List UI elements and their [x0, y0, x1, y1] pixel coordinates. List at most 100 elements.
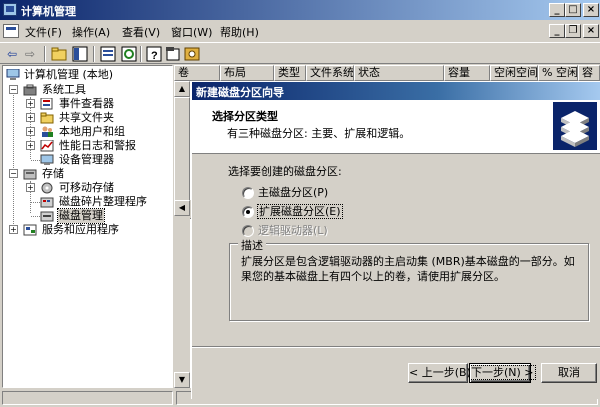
disk-management-icon	[40, 210, 54, 222]
wizard-header: 选择分区类型 有三种磁盘分区: 主要、扩展和逻辑。	[192, 100, 600, 154]
scroll-down-arrow-icon[interactable]: ▼	[174, 372, 190, 388]
wizard-separator	[192, 346, 600, 348]
tree-root-label: 计算机管理 (本地)	[24, 68, 114, 81]
next-button[interactable]: 下一步(N) >	[469, 363, 536, 383]
toolbox-icon	[23, 84, 37, 96]
tree-label: 磁盘碎片整理程序	[59, 195, 147, 208]
console-tree[interactable]: 计算机管理 (本地) − 系统工具 + 事件查看器 + 共享文件夹 + 本地用户…	[2, 65, 173, 388]
expand-toggle[interactable]: +	[26, 127, 35, 136]
tree-label: 服务和应用程序	[42, 223, 119, 236]
show-hide-tree-icon[interactable]	[72, 46, 88, 62]
users-icon	[40, 126, 54, 138]
extended-partition-radio[interactable]	[242, 206, 254, 218]
menu-file[interactable]: 文件(F)	[25, 24, 62, 40]
shared-folder-icon	[40, 112, 54, 124]
tree-label: 设备管理器	[59, 153, 114, 166]
menu-window[interactable]: 窗口(W)	[171, 24, 212, 40]
column-header-capacity[interactable]: 容量	[444, 65, 490, 81]
services-icon	[23, 224, 37, 236]
menu-view[interactable]: 查看(V)	[122, 24, 160, 40]
event-viewer-icon	[40, 97, 54, 110]
tree-label: 本地用户和组	[59, 125, 125, 138]
export-list-icon[interactable]	[165, 46, 181, 62]
description-legend: 描述	[238, 237, 266, 253]
logical-drive-radio	[242, 225, 254, 237]
description-group: 描述 扩展分区是包含逻辑驱动器的主启动集 (MBR)基本磁盘的一部分。如果您的基…	[229, 237, 589, 321]
back-button[interactable]: < 上一步(B)	[408, 363, 471, 383]
toolbar: ⇦ ⇨ ?	[0, 42, 600, 64]
description-text: 扩展分区是包含逻辑驱动器的主启动集 (MBR)基本磁盘的一部分。如果您的基本磁盘…	[241, 255, 575, 283]
new-partition-wizard: 新建磁盘分区向导 选择分区类型 有三种磁盘分区: 主要、扩展和逻辑。 选择要创建…	[191, 81, 600, 399]
partition-prompt: 选择要创建的磁盘分区:	[228, 165, 342, 178]
minimize-button[interactable]: _	[549, 3, 565, 17]
wizard-title-bar[interactable]: 新建磁盘分区向导	[192, 82, 600, 100]
svg-text:?: ?	[151, 50, 158, 62]
volume-list-header: 卷 布局 类型 文件系统 状态 容量 空闲空间 % 空闲 容	[174, 65, 600, 81]
extended-partition-label[interactable]: 扩展磁盘分区(E)	[257, 204, 343, 219]
tree-label: 共享文件夹	[59, 111, 114, 124]
help-icon[interactable]: ?	[146, 46, 162, 62]
mmc-document-icon[interactable]	[3, 24, 19, 38]
removable-storage-icon	[40, 182, 54, 194]
pane-scrollbar[interactable]: ▲ ◀ ▼	[174, 81, 190, 388]
tree-label: 系统工具	[42, 83, 86, 96]
primary-partition-label[interactable]: 主磁盘分区(P)	[258, 186, 328, 199]
column-header-free-space[interactable]: 空闲空间	[490, 65, 538, 81]
menu-action[interactable]: 操作(A)	[72, 24, 110, 40]
toolbar-separator	[44, 46, 46, 62]
expand-toggle[interactable]: +	[26, 113, 35, 122]
column-header-filesystem[interactable]: 文件系统	[306, 65, 354, 81]
child-restore-button[interactable]: ❐	[565, 24, 581, 38]
menu-help[interactable]: 帮助(H)	[220, 24, 259, 40]
computer-management-icon	[3, 3, 17, 16]
wizard-heading: 选择分区类型	[212, 110, 278, 123]
logical-drive-label: 逻辑驱动器(L)	[258, 224, 328, 237]
expand-toggle[interactable]: +	[26, 183, 35, 192]
tree-item-system-tools[interactable]: − 系统工具	[9, 83, 169, 97]
tree-label: 磁盘管理	[57, 208, 105, 224]
back-arrow-icon[interactable]: ⇦	[4, 46, 20, 62]
wizard-title: 新建磁盘分区向导	[196, 86, 284, 99]
expand-toggle[interactable]: +	[9, 225, 18, 234]
collapse-toggle[interactable]: −	[9, 85, 18, 94]
toolbar-separator	[93, 46, 95, 62]
tree-label: 存储	[42, 167, 64, 180]
disk-stack-logo-icon	[553, 102, 597, 150]
column-header-status[interactable]: 状态	[354, 65, 444, 81]
expand-toggle[interactable]: +	[26, 99, 35, 108]
forward-arrow-icon[interactable]: ⇨	[22, 46, 38, 62]
collapse-toggle[interactable]: −	[9, 169, 18, 178]
computer-icon	[6, 68, 20, 81]
column-header-percent-free[interactable]: % 空闲	[538, 65, 578, 81]
up-folder-icon[interactable]	[51, 46, 67, 62]
properties-icon[interactable]	[100, 46, 116, 62]
refresh-icon[interactable]	[121, 46, 137, 62]
tree-label: 性能日志和警报	[59, 139, 136, 152]
toolbar-separator	[140, 46, 142, 62]
tree-label: 事件查看器	[59, 97, 114, 110]
expand-toggle[interactable]: +	[26, 141, 35, 150]
window-title-bar[interactable]: 计算机管理 _ □ ×	[0, 0, 600, 20]
column-header-layout[interactable]: 布局	[220, 65, 274, 81]
tree-label: 可移动存储	[59, 181, 114, 194]
scroll-thumb[interactable]	[174, 97, 190, 215]
maximize-button[interactable]: □	[565, 3, 581, 17]
column-header-fault-tolerance[interactable]: 容	[578, 65, 600, 81]
status-cell	[2, 391, 173, 405]
child-minimize-button[interactable]: _	[549, 24, 565, 38]
child-close-button[interactable]: ×	[583, 24, 599, 38]
column-header-volume[interactable]: 卷	[174, 65, 220, 81]
column-header-type[interactable]: 类型	[274, 65, 306, 81]
device-manager-icon	[40, 154, 54, 166]
wizard-subheading: 有三种磁盘分区: 主要、扩展和逻辑。	[227, 127, 411, 140]
performance-icon	[40, 139, 54, 152]
defrag-icon	[40, 196, 54, 208]
storage-icon	[23, 168, 37, 180]
primary-partition-radio[interactable]	[242, 187, 254, 199]
disk-action-icon[interactable]	[184, 46, 200, 62]
scroll-up-arrow-icon[interactable]: ▲	[174, 81, 190, 97]
cancel-button[interactable]: 取消	[541, 363, 597, 383]
scroll-left-arrow-icon[interactable]: ◀	[174, 200, 190, 216]
close-button[interactable]: ×	[583, 3, 599, 17]
menu-bar: 文件(F) 操作(A) 查看(V) 窗口(W) 帮助(H) _ ❐ ×	[0, 21, 600, 41]
